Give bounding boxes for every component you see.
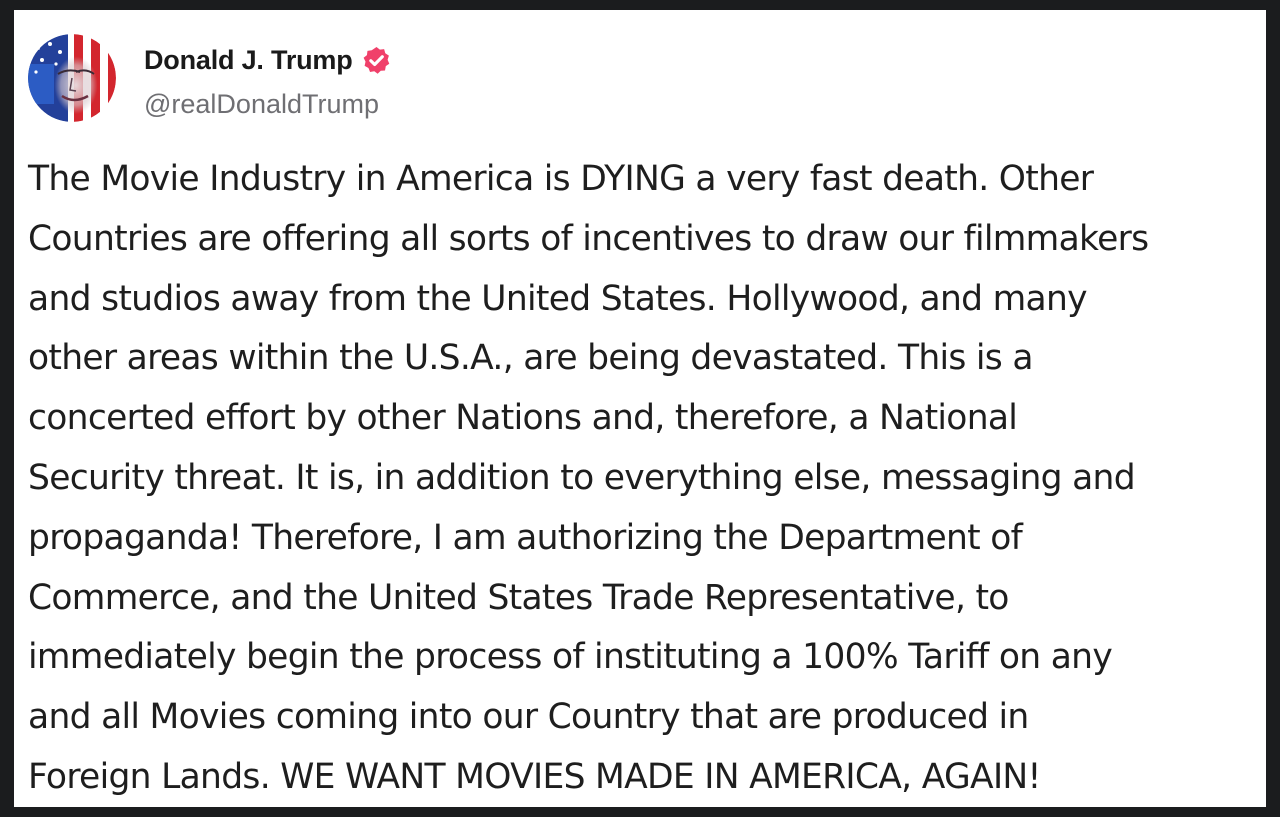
avatar-flag-portrait-icon xyxy=(28,34,116,122)
post-line: concerted effort by other Nations and, t… xyxy=(28,398,1018,439)
post-line: propaganda! Therefore, I am authorizing … xyxy=(28,517,1023,558)
verified-badge-icon xyxy=(361,45,392,76)
post-line: other areas within the U.S.A., are being… xyxy=(28,338,1033,379)
post-line: Commerce, and the United States Trade Re… xyxy=(28,577,1009,618)
post-line: and all Movies coming into our Country t… xyxy=(28,697,1029,738)
post-card: Donald J. Trump @realDonaldTrump The Mov… xyxy=(14,10,1266,807)
author-name-row: Donald J. Trump xyxy=(144,40,392,80)
post-line: Security threat. It is, in addition to e… xyxy=(28,457,1136,498)
post-header: Donald J. Trump @realDonaldTrump xyxy=(14,10,1266,140)
avatar[interactable] xyxy=(28,34,116,122)
post-line: Countries are offering all sorts of ince… xyxy=(28,218,1149,259)
post-body-text: The Movie Industry in America is DYING a… xyxy=(28,150,1260,808)
post-line: immediately begin the process of institu… xyxy=(28,637,1113,678)
post-line: Foreign Lands. WE WANT MOVIES MADE IN AM… xyxy=(28,756,1041,797)
author-handle[interactable]: @realDonaldTrump xyxy=(144,89,379,120)
post-line: and studios away from the United States.… xyxy=(28,278,1088,319)
post-line: The Movie Industry in America is DYING a… xyxy=(28,159,1094,199)
author-display-name[interactable]: Donald J. Trump xyxy=(144,45,353,76)
